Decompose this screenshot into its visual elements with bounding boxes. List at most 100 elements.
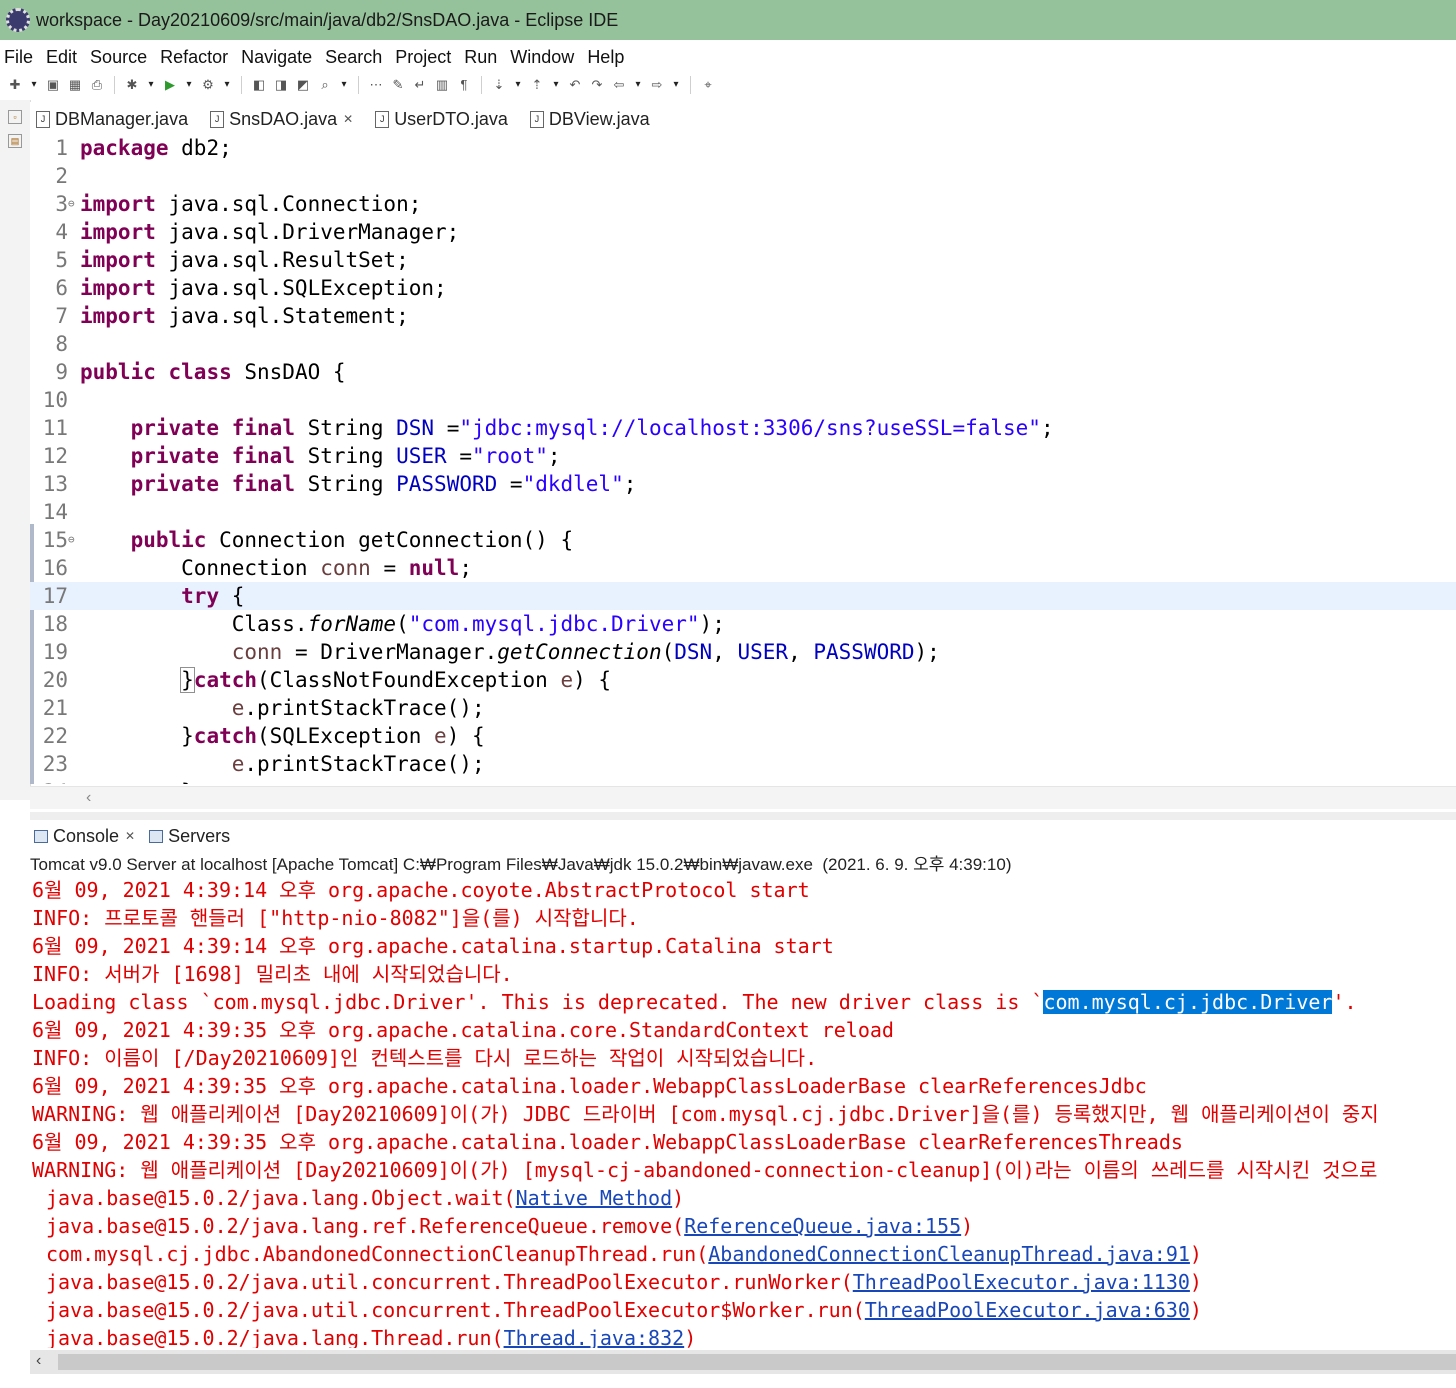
run-icon[interactable]: ▶ [162,77,178,93]
previous-annotation-icon[interactable]: ⇡ [529,77,545,93]
show-whitespace-icon[interactable]: ¶ [456,77,472,93]
fold-toggle-icon[interactable]: ⊖ [68,526,75,554]
last-edit-icon[interactable]: ↶ [567,77,583,93]
code-line[interactable]: 14 [30,498,1456,526]
forward-nav-icon[interactable]: ⇨ [649,77,665,93]
dropdown-icon[interactable]: ▾ [633,77,643,93]
scroll-left-icon[interactable]: ‹ [36,1352,41,1370]
code-text: import java.sql.Connection; [80,192,422,216]
java-file-icon: J [36,110,50,128]
menu-navigate[interactable]: Navigate [237,47,317,68]
console-output[interactable]: 6월 09, 2021 4:39:14 오후 org.apache.coyote… [30,876,1456,1348]
log-line: 6월 09, 2021 4:39:35 오후 org.apache.catali… [32,1074,1147,1098]
source-link[interactable]: ThreadPoolExecutor.java:1130 [853,1270,1190,1294]
code-line[interactable]: 22 }catch(SQLException e) { [30,722,1456,750]
code-line[interactable]: 8 [30,330,1456,358]
code-line[interactable]: 24 } [30,778,1456,784]
dropdown-icon[interactable]: ▾ [146,77,156,93]
code-line[interactable]: 23 e.printStackTrace(); [30,750,1456,778]
console-icon [34,829,48,843]
fold-toggle-icon[interactable]: ⊖ [68,190,75,218]
close-tab-icon[interactable]: ✕ [125,829,135,843]
new-java-project-icon[interactable]: ◧ [251,77,267,93]
dropdown-icon[interactable]: ▾ [513,77,523,93]
block-selection-icon[interactable]: ▥ [434,77,450,93]
source-link[interactable]: ThreadPoolExecutor.java:630 [865,1298,1190,1322]
code-text: private final String DSN ="jdbc:mysql://… [130,416,1054,440]
new-package-icon[interactable]: ◨ [273,77,289,93]
code-line[interactable]: 19 conn = DriverManager.getConnection(DS… [30,638,1456,666]
back-icon[interactable]: ⇦ [611,77,627,93]
restore-icon[interactable]: ▫ [8,110,22,124]
stack-trace-line: java.base@15.0.2/java.util.concurrent.Th… [46,1298,1202,1322]
code-line[interactable]: 12 private final String USER ="root"; [30,442,1456,470]
code-editor[interactable]: 1 package db2; 2 3 ⊖ import java.sql.Connecti… [30,134,1456,784]
menu-search[interactable]: Search [321,47,387,68]
source-link[interactable]: ReferenceQueue.java:155 [684,1214,961,1238]
pin-editor-icon[interactable]: ⌖ [700,77,716,93]
menu-project[interactable]: Project [391,47,456,68]
new-class-icon[interactable]: ◩ [295,77,311,93]
code-line[interactable]: 15 ⊖ public Connection getConnection() { [30,526,1456,554]
dropdown-icon[interactable]: ▾ [339,77,349,93]
open-type-icon[interactable]: ⌕ [317,77,333,93]
code-line[interactable]: 17 try { [30,582,1456,610]
word-wrap-icon[interactable]: ↵ [412,77,428,93]
tab-label: Servers [168,825,231,846]
external-tools-icon[interactable]: ⚙ [200,77,216,93]
code-line[interactable]: 1 package db2; [30,134,1456,162]
panel-divider[interactable] [30,812,1456,820]
forward-icon[interactable]: ↷ [589,77,605,93]
menu-window[interactable]: Window [506,47,579,68]
toggle-breadcrumb-icon[interactable]: ⋯ [368,77,384,93]
code-line[interactable]: 2 [30,162,1456,190]
tab-userdto-java[interactable]: J UserDTO.java [369,104,524,134]
scroll-left-icon[interactable]: ‹ [86,789,91,807]
tab-dbmanager-java[interactable]: J DBManager.java [30,104,204,134]
code-line[interactable]: 5 import java.sql.ResultSet; [30,246,1456,274]
save-icon[interactable]: ▣ [45,77,61,93]
close-tab-icon[interactable]: ✕ [343,112,353,126]
code-line[interactable]: 7 import java.sql.Statement; [30,302,1456,330]
code-line[interactable]: 20 }catch(ClassNotFoundException e) { [30,666,1456,694]
code-line[interactable]: 21 e.printStackTrace(); [30,694,1456,722]
code-line[interactable]: 9 public class SnsDAO { [30,358,1456,386]
scrollbar-thumb[interactable] [58,1354,1456,1370]
code-line[interactable]: 13 private final String PASSWORD ="dkdle… [30,470,1456,498]
console-horizontal-scrollbar[interactable]: ‹ [30,1350,1456,1374]
dropdown-icon[interactable]: ▾ [29,77,39,93]
new-icon[interactable]: ✚ [7,77,23,93]
tab-console[interactable]: Console ✕ [30,826,145,847]
dropdown-icon[interactable]: ▾ [222,77,232,93]
editor-horizontal-scrollbar[interactable]: ‹ [30,786,1456,809]
dropdown-icon[interactable]: ▾ [671,77,681,93]
dropdown-icon[interactable]: ▾ [551,77,561,93]
next-annotation-icon[interactable]: ⇣ [491,77,507,93]
code-line[interactable]: 10 [30,386,1456,414]
code-line[interactable]: 11 private final String DSN ="jdbc:mysql… [30,414,1456,442]
mark-occurrences-icon[interactable]: ✎ [390,77,406,93]
code-line[interactable]: 6 import java.sql.SQLException; [30,274,1456,302]
code-line[interactable]: 3 ⊖ import java.sql.Connection; [30,190,1456,218]
source-link[interactable]: Native Method [516,1186,673,1210]
debug-icon[interactable]: ✱ [124,77,140,93]
code-line[interactable]: 4 import java.sql.DriverManager; [30,218,1456,246]
menu-refactor[interactable]: Refactor [156,47,233,68]
tab-dbview-java[interactable]: J DBView.java [524,104,666,134]
tab-snsdao-java[interactable]: J SnsDAO.java ✕ [204,104,370,134]
code-line[interactable]: 16 Connection conn = null; [30,554,1456,582]
tab-servers[interactable]: Servers [145,826,240,847]
menu-help[interactable]: Help [583,47,629,68]
code-line[interactable]: 18 Class.forName("com.mysql.jdbc.Driver"… [30,610,1456,638]
source-link[interactable]: AbandonedConnectionCleanupThread.java:91 [708,1242,1190,1266]
menu-run[interactable]: Run [460,47,502,68]
log-line: INFO: 서버가 [1698] 밀리초 내에 시작되었습니다. [32,962,513,986]
menu-file[interactable]: File [0,47,38,68]
package-explorer-icon[interactable]: ▤ [8,134,22,148]
save-all-icon[interactable]: ▦ [67,77,83,93]
menu-source[interactable]: Source [86,47,152,68]
dropdown-icon[interactable]: ▾ [184,77,194,93]
source-link[interactable]: Thread.java:832 [504,1326,685,1348]
menu-edit[interactable]: Edit [42,47,82,68]
print-icon[interactable]: ⎙ [89,77,105,93]
